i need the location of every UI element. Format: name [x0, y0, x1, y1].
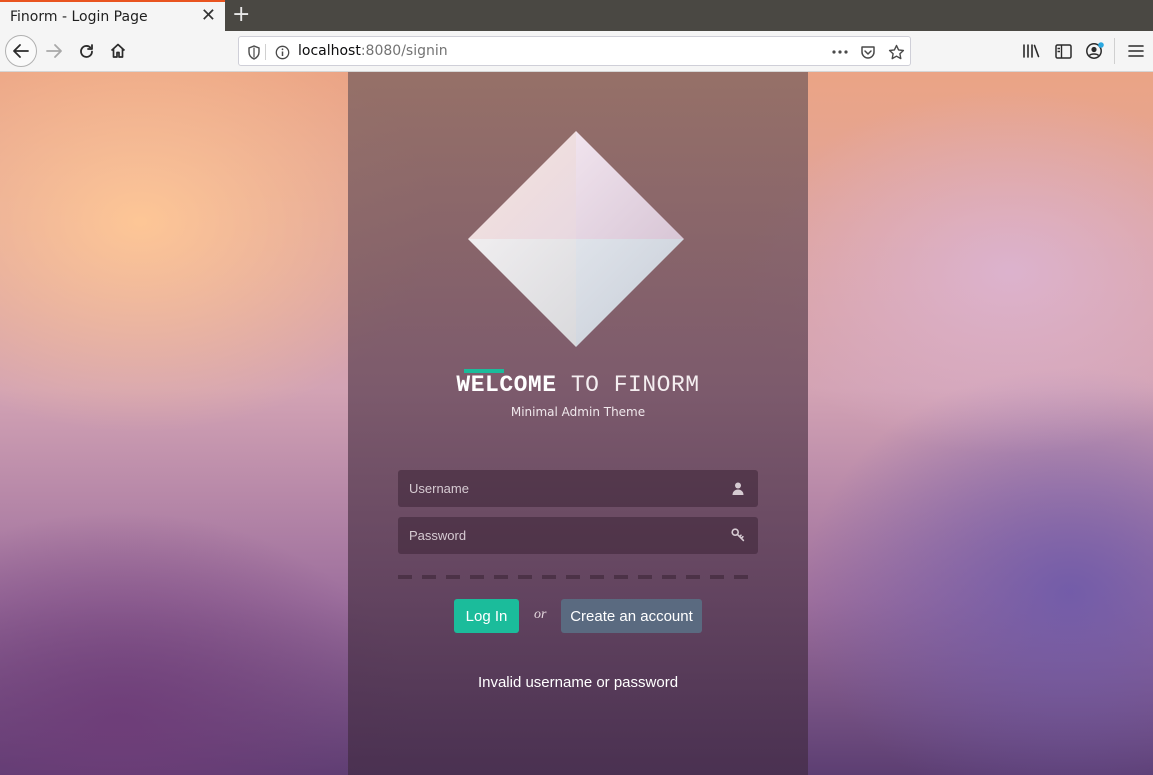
error-message: Invalid username or password — [477, 674, 679, 691]
create-account-button[interactable]: Create an account — [561, 599, 702, 633]
diamond-logo — [468, 131, 684, 347]
toolbar-separator — [1114, 38, 1115, 64]
url-path: :8080/signin — [360, 43, 448, 59]
back-icon — [13, 44, 29, 58]
page-background: WELCOME TO FINORM Minimal Admin Theme Lo… — [0, 72, 1153, 775]
welcome-heading: WELCOME TO FINORM — [348, 372, 808, 398]
tab-title: Finorm - Login Page — [10, 8, 148, 25]
forward-button[interactable] — [38, 35, 70, 67]
home-button[interactable] — [102, 35, 134, 67]
navigation-toolbar: localhost:8080/signin — [0, 31, 1153, 72]
more-icon[interactable] — [831, 43, 849, 61]
active-tab[interactable]: Finorm - Login Page ✕ — [0, 0, 225, 31]
welcome-bold: WELCOME — [456, 372, 557, 398]
key-icon — [730, 527, 746, 543]
reload-button[interactable] — [70, 35, 102, 67]
shield-icon[interactable] — [245, 43, 263, 61]
url-text[interactable]: localhost:8080/signin — [298, 43, 448, 59]
subtitle: Minimal Admin Theme — [510, 405, 646, 419]
tab-close-icon[interactable]: ✕ — [201, 6, 216, 26]
home-icon — [110, 43, 126, 58]
sidebar-icon[interactable] — [1053, 41, 1073, 61]
forward-icon — [46, 44, 62, 58]
password-input[interactable] — [398, 517, 758, 554]
or-separator: or — [534, 607, 547, 622]
reload-icon — [79, 43, 93, 58]
library-icon[interactable] — [1021, 41, 1041, 61]
menu-icon[interactable] — [1126, 41, 1146, 61]
info-icon[interactable] — [273, 43, 291, 61]
tab-bar: Finorm - Login Page ✕ + — [0, 0, 1153, 31]
login-button[interactable]: Log In — [454, 599, 519, 633]
url-bar[interactable]: localhost:8080/signin — [238, 36, 911, 66]
star-icon[interactable] — [887, 43, 905, 61]
new-tab-icon[interactable]: + — [232, 2, 250, 28]
login-panel: WELCOME TO FINORM Minimal Admin Theme Lo… — [348, 72, 808, 775]
password-field[interactable] — [398, 517, 758, 554]
user-icon — [730, 480, 746, 496]
pocket-icon[interactable] — [859, 43, 877, 61]
username-input[interactable] — [398, 470, 758, 507]
url-host: localhost — [298, 43, 361, 59]
account-icon[interactable] — [1085, 41, 1105, 61]
url-separator — [265, 44, 266, 60]
back-button[interactable] — [5, 35, 37, 67]
divider — [398, 575, 758, 579]
username-field[interactable] — [398, 470, 758, 507]
welcome-rest: TO FINORM — [556, 372, 700, 398]
